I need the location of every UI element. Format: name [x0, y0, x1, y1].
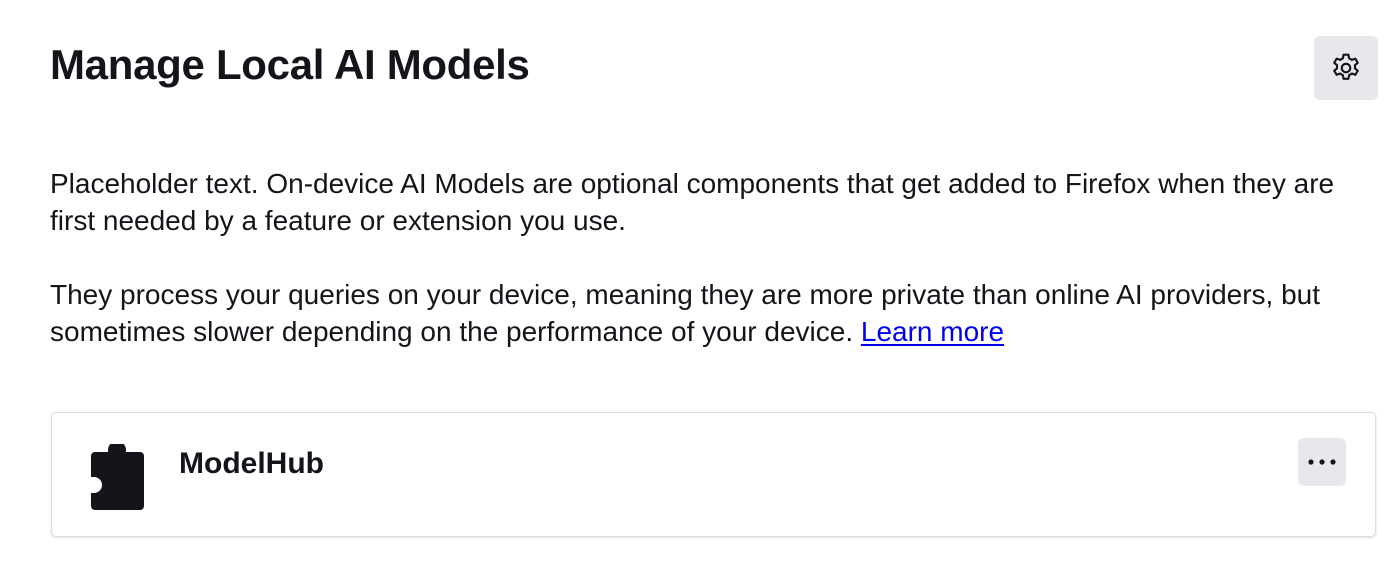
puzzle-piece-icon: [90, 441, 144, 510]
page-title: Manage Local AI Models: [50, 41, 530, 88]
more-options-button[interactable]: [1298, 438, 1346, 486]
manage-models-page: Manage Local AI Models Placeholder text.…: [0, 0, 1400, 576]
more-options-icon: [1307, 458, 1337, 466]
model-name: ModelHub: [179, 447, 324, 480]
learn-more-link[interactable]: Learn more: [861, 316, 1004, 347]
description-paragraph-1: Placeholder text. On-device AI Models ar…: [50, 168, 1335, 236]
model-card: ModelHub: [51, 412, 1376, 537]
description-paragraph-2-text: They process your queries on your device…: [50, 279, 1321, 347]
gear-icon: [1329, 51, 1363, 85]
description-paragraph-2: They process your queries on your device…: [50, 276, 1380, 350]
settings-button[interactable]: [1314, 36, 1378, 100]
